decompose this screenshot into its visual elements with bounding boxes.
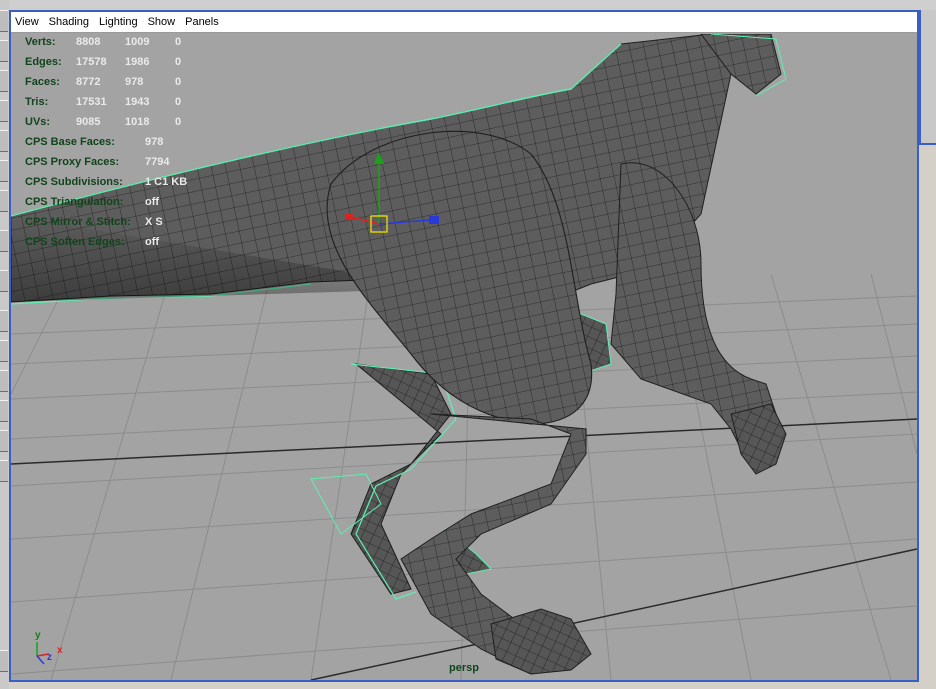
layout-button[interactable]	[0, 400, 8, 422]
axis-label-z: z	[47, 652, 52, 663]
camera-name-label: persp	[449, 662, 479, 674]
menu-view[interactable]: View	[15, 16, 39, 28]
layout-button[interactable]	[0, 310, 8, 332]
adjacent-window-edge	[919, 10, 936, 145]
tool-button[interactable]	[0, 40, 8, 62]
scene-canvas[interactable]	[11, 34, 917, 680]
tool-button[interactable]	[0, 270, 8, 292]
tool-button[interactable]	[0, 10, 8, 32]
toolbox-strip	[0, 0, 9, 689]
axis-label-y: y	[35, 630, 41, 641]
bottom-background	[9, 682, 936, 689]
menu-show[interactable]: Show	[148, 16, 176, 28]
menu-lighting[interactable]: Lighting	[99, 16, 138, 28]
tool-button[interactable]	[0, 100, 8, 122]
tool-button[interactable]	[0, 130, 8, 152]
shelf-edge	[9, 0, 936, 10]
tool-button[interactable]	[0, 190, 8, 212]
perspective-viewport[interactable]: View Shading Lighting Show Panels Verts:…	[9, 10, 919, 682]
layout-button[interactable]	[0, 340, 8, 362]
menu-panels[interactable]: Panels	[185, 16, 219, 28]
tool-button[interactable]	[0, 70, 8, 92]
right-background	[919, 145, 936, 689]
layout-button[interactable]	[0, 460, 8, 482]
tool-button[interactable]	[0, 230, 8, 252]
axis-label-x: x	[57, 645, 63, 656]
panel-menu-bar: View Shading Lighting Show Panels	[11, 12, 917, 33]
tool-button[interactable]	[0, 160, 8, 182]
tool-button[interactable]	[0, 650, 8, 672]
menu-shading[interactable]: Shading	[49, 16, 89, 28]
layout-button[interactable]	[0, 370, 8, 392]
layout-button[interactable]	[0, 430, 8, 452]
